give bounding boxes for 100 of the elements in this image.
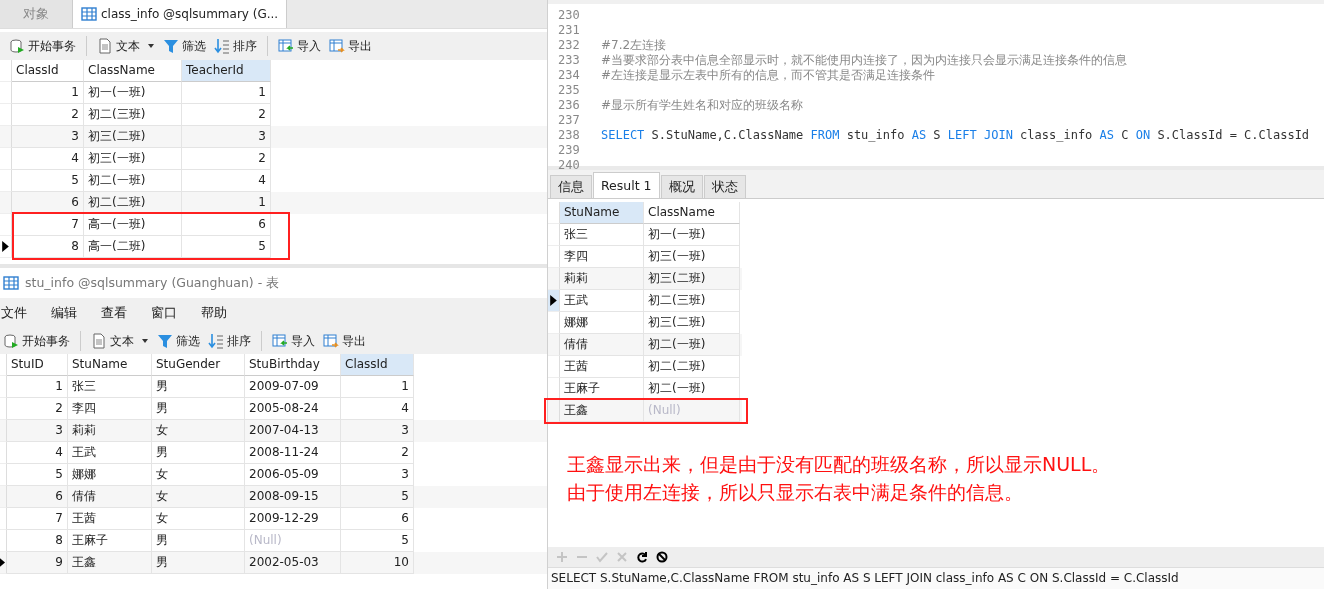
table-cell: 4	[7, 442, 68, 464]
menu-item[interactable]: 编辑	[50, 304, 100, 322]
table-cell: 王武	[68, 442, 152, 464]
table-cell: 3	[12, 126, 84, 148]
line-number: 233	[557, 53, 581, 68]
menu-item[interactable]: 查看	[100, 304, 150, 322]
table-cell: 6	[12, 192, 84, 214]
table-cell: 初二(二班)	[644, 356, 740, 378]
document-icon	[97, 38, 113, 54]
document-icon	[91, 333, 107, 349]
row-header[interactable]	[0, 236, 12, 258]
table-cell: 3	[182, 126, 271, 148]
table-cell: 6	[341, 508, 414, 530]
caret-icon	[141, 337, 149, 345]
column-header[interactable]: StuName	[560, 202, 644, 224]
table-import-icon	[272, 333, 288, 349]
column-header[interactable]: ClassName	[84, 60, 182, 82]
table-cell: 4	[12, 148, 84, 170]
column-header[interactable]: ClassName	[644, 202, 740, 224]
result-tab[interactable]: 状态	[703, 175, 746, 198]
table-import-icon	[278, 38, 294, 54]
table-cell: 2002-05-03	[245, 552, 341, 574]
object-tab[interactable]: class_info @sqlsummary (G...	[73, 0, 288, 28]
table-cell: 6	[7, 486, 68, 508]
row-header[interactable]	[0, 552, 7, 574]
stop-icon[interactable]	[655, 551, 669, 563]
toolbar-button[interactable]: 开始事务	[6, 37, 79, 55]
caret-icon	[147, 42, 155, 50]
database-icon	[9, 38, 25, 54]
table-cell: 男	[152, 552, 245, 574]
toolbar-button[interactable]: 导入	[275, 37, 324, 55]
column-header[interactable]: ClassId	[341, 354, 414, 376]
menu-item[interactable]: 文件	[0, 304, 50, 322]
table-cell: 王茜	[560, 356, 644, 378]
result-tab[interactable]: Result 1	[593, 172, 660, 198]
table-cell: 女	[152, 420, 245, 442]
table-cell: 初二(一班)	[644, 334, 740, 356]
row-pointer-icon	[2, 241, 9, 252]
table-cell: 初二(三班)	[644, 290, 740, 312]
table-cell: 高一(一班)	[84, 214, 182, 236]
table-cell: 7	[12, 214, 84, 236]
line-number: 232	[557, 38, 581, 53]
table-cell: 10	[341, 552, 414, 574]
code-comment: #左连接是显示左表中所有的信息，而不管其是否满足连接条件	[601, 68, 936, 83]
table-icon	[3, 275, 19, 291]
toolbar-button[interactable]: 筛选	[160, 37, 209, 55]
table-cell: 王鑫	[560, 400, 644, 422]
filter-icon	[163, 38, 179, 54]
toolbar-button[interactable]: 筛选	[154, 332, 203, 350]
table-cell: 张三	[560, 224, 644, 246]
line-number: 240	[557, 158, 581, 173]
line-number: 238	[557, 128, 581, 143]
table-cell: 1	[12, 82, 84, 104]
table-cell: 1	[7, 376, 68, 398]
column-header[interactable]: StuGender	[152, 354, 245, 376]
table-cell: 男	[152, 442, 245, 464]
column-header[interactable]: TeacherId	[182, 60, 271, 82]
row-header[interactable]	[548, 290, 560, 312]
table-cell: 5	[182, 236, 271, 258]
table-cell: 2	[341, 442, 414, 464]
column-header[interactable]: StuID	[7, 354, 68, 376]
table-cell: (Null)	[644, 400, 740, 422]
line-number: 237	[557, 113, 581, 128]
table-cell: 王茜	[68, 508, 152, 530]
table-cell: 2	[182, 148, 271, 170]
refresh-icon[interactable]	[635, 551, 649, 563]
toolbar-button[interactable]: 排序	[211, 37, 260, 55]
column-header[interactable]: StuBirthday	[245, 354, 341, 376]
line-number: 236	[557, 98, 581, 113]
code-comment: #7.2左连接	[601, 38, 667, 53]
toolbar-button[interactable]: 文本	[88, 332, 152, 350]
table-cell: 3	[7, 420, 68, 442]
table-cell: 2008-11-24	[245, 442, 341, 464]
column-header[interactable]: StuName	[68, 354, 152, 376]
table-cell: 王武	[560, 290, 644, 312]
column-header[interactable]: ClassId	[12, 60, 84, 82]
table-cell: 女	[152, 508, 245, 530]
table-export-icon	[329, 38, 345, 54]
table-cell: 1	[182, 192, 271, 214]
result-tab[interactable]: 概况	[660, 175, 703, 198]
toolbar-button[interactable]: 开始事务	[0, 332, 73, 350]
result-tab[interactable]: 信息	[550, 175, 592, 198]
code-line: SELECT S.StuName,C.ClassName FROM stu_info AS S LEFT JOIN class_info AS C ON S.ClassId = C.ClassId	[601, 128, 1310, 143]
toolbar-button[interactable]: 文本	[94, 37, 158, 55]
toolbar-button[interactable]: 导出	[326, 37, 375, 55]
table-cell: 9	[7, 552, 68, 574]
table-cell: 6	[182, 214, 271, 236]
menu-item[interactable]: 窗口	[150, 304, 200, 322]
menu-item[interactable]: 帮助	[200, 304, 250, 322]
table-cell: 2009-12-29	[245, 508, 341, 530]
line-number: 239	[557, 143, 581, 158]
table-cell: 3	[341, 420, 414, 442]
table-cell: 张三	[68, 376, 152, 398]
table-cell: 女	[152, 486, 245, 508]
toolbar-button[interactable]: 导入	[269, 332, 318, 350]
toolbar-button[interactable]: 导出	[320, 332, 369, 350]
table-cell: 莉莉	[560, 268, 644, 290]
table-cell: 初一(一班)	[84, 82, 182, 104]
toolbar-button[interactable]: 排序	[205, 332, 254, 350]
code-comment: #显示所有学生姓名和对应的班级名称	[601, 98, 804, 113]
